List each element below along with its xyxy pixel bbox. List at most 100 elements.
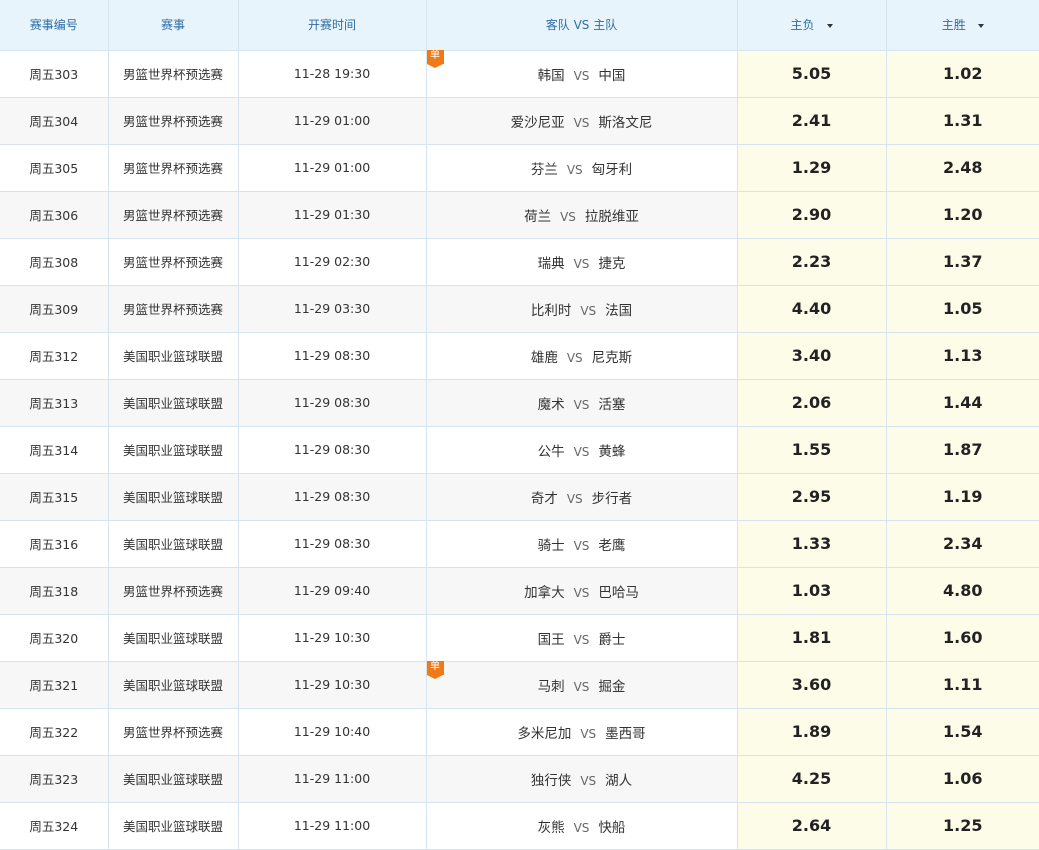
vs-label: VS [566,491,583,506]
home-team[interactable]: 拉脱维亚 [585,209,639,225]
league-cell[interactable]: 男篮世界杯预选赛 [108,567,239,615]
home-win-odds[interactable]: 1.06 [886,755,1039,803]
away-win-odds[interactable]: 1.29 [737,144,887,192]
home-team[interactable]: 掘金 [598,679,625,695]
sort-down-icon[interactable] [977,23,984,28]
away-team[interactable]: 荷兰 [524,209,551,225]
away-win-odds[interactable]: 5.05 [737,50,887,98]
home-win-odds[interactable]: 1.20 [886,191,1039,239]
home-win-odds[interactable]: 1.60 [886,614,1039,662]
league-cell[interactable]: 男篮世界杯预选赛 [108,144,239,192]
away-win-odds[interactable]: 3.60 [737,661,887,709]
home-win-odds[interactable]: 2.48 [886,144,1039,192]
away-win-odds[interactable]: 4.40 [737,285,887,333]
home-team[interactable]: 墨西哥 [605,726,646,742]
away-win-odds[interactable]: 3.40 [737,332,887,380]
league-cell[interactable]: 美国职业篮球联盟 [108,661,239,709]
away-team[interactable]: 爱沙尼亚 [511,115,565,131]
league-cell[interactable]: 美国职业篮球联盟 [108,520,239,568]
league-cell[interactable]: 美国职业篮球联盟 [108,473,239,521]
home-team[interactable]: 湖人 [605,773,632,789]
home-win-odds[interactable]: 1.13 [886,332,1039,380]
league-cell[interactable]: 男篮世界杯预选赛 [108,191,239,239]
away-win-odds[interactable]: 1.89 [737,708,887,756]
league-cell[interactable]: 美国职业篮球联盟 [108,802,239,850]
home-win-odds[interactable]: 1.05 [886,285,1039,333]
home-team[interactable]: 快船 [598,820,625,836]
away-team[interactable]: 国王 [538,632,565,648]
away-win-odds[interactable]: 1.81 [737,614,887,662]
league-cell[interactable]: 美国职业篮球联盟 [108,614,239,662]
league-cell[interactable]: 美国职业篮球联盟 [108,755,239,803]
away-team[interactable]: 雄鹿 [531,350,558,366]
league-cell[interactable]: 美国职业篮球联盟 [108,379,239,427]
away-win-odds[interactable]: 4.25 [737,755,887,803]
away-team[interactable]: 多米尼加 [517,726,571,742]
match-no-cell: 周五322 [0,708,109,756]
league-cell[interactable]: 美国职业篮球联盟 [108,332,239,380]
away-win-odds[interactable]: 2.95 [737,473,887,521]
away-team[interactable]: 骑士 [538,538,565,554]
away-team[interactable]: 魔术 [538,397,565,413]
table-row: 周五312 美国职业篮球联盟 11-29 08:30 雄鹿 VS 尼克斯 3.40 … [0,332,1039,380]
home-win-odds[interactable]: 1.37 [886,238,1039,286]
away-win-odds[interactable]: 2.41 [737,97,887,145]
home-team[interactable]: 爵士 [598,632,625,648]
match-no-cell: 周五312 [0,332,109,380]
away-win-odds[interactable]: 1.33 [737,520,887,568]
start-time-cell: 11-29 02:30 [238,238,427,286]
home-team[interactable]: 法国 [605,303,632,319]
away-win-odds[interactable]: 2.23 [737,238,887,286]
home-win-odds[interactable]: 1.54 [886,708,1039,756]
away-team[interactable]: 马刺 [538,679,565,695]
home-win-odds[interactable]: 1.11 [886,661,1039,709]
home-win-odds[interactable]: 4.80 [886,567,1039,615]
match-no-cell: 周五315 [0,473,109,521]
vs-label: VS [573,679,590,694]
away-team[interactable]: 比利时 [531,303,572,319]
home-win-header[interactable]: 主胜 [886,0,1039,51]
home-team[interactable]: 老鹰 [598,538,625,554]
away-team[interactable]: 加拿大 [524,585,565,601]
away-team[interactable]: 芬兰 [531,162,558,178]
league-cell[interactable]: 男篮世界杯预选赛 [108,285,239,333]
away-win-odds[interactable]: 2.90 [737,191,887,239]
league-cell[interactable]: 男篮世界杯预选赛 [108,97,239,145]
home-team[interactable]: 活塞 [598,397,625,413]
away-win-odds[interactable]: 1.03 [737,567,887,615]
odds-table: 赛事编号 赛事 开赛时间 客队 VS 主队 主负 主胜 周五303 男篮世界杯预… [0,0,1039,850]
home-win-odds[interactable]: 1.25 [886,802,1039,850]
home-team[interactable]: 匈牙利 [592,162,633,178]
away-win-odds[interactable]: 2.64 [737,802,887,850]
home-win-odds[interactable]: 1.44 [886,379,1039,427]
home-team[interactable]: 步行者 [592,491,633,507]
home-team[interactable]: 巴哈马 [598,585,639,601]
away-team[interactable]: 瑞典 [538,256,565,272]
sort-down-icon[interactable] [826,23,833,28]
home-team[interactable]: 斯洛文尼 [598,115,652,131]
away-win-header[interactable]: 主负 [737,0,887,51]
away-team[interactable]: 独行侠 [531,773,572,789]
away-win-odds[interactable]: 1.55 [737,426,887,474]
away-team[interactable]: 奇才 [531,491,558,507]
home-team[interactable]: 黄蜂 [598,444,625,460]
away-win-odds[interactable]: 2.06 [737,379,887,427]
home-win-odds[interactable]: 1.31 [886,97,1039,145]
match-no-cell: 周五305 [0,144,109,192]
league-cell[interactable]: 美国职业篮球联盟 [108,426,239,474]
away-team[interactable]: 公牛 [538,444,565,460]
league-cell[interactable]: 男篮世界杯预选赛 [108,238,239,286]
table-row: 周五320 美国职业篮球联盟 11-29 10:30 国王 VS 爵士 1.81 1… [0,614,1039,662]
home-win-odds[interactable]: 2.34 [886,520,1039,568]
league-cell[interactable]: 男篮世界杯预选赛 [108,708,239,756]
away-team[interactable]: 韩国 [538,68,565,84]
start-time-cell: 11-29 08:30 [238,379,427,427]
home-team[interactable]: 尼克斯 [592,350,633,366]
home-win-odds[interactable]: 1.87 [886,426,1039,474]
home-team[interactable]: 中国 [598,68,625,84]
home-team[interactable]: 捷克 [598,256,625,272]
league-cell[interactable]: 男篮世界杯预选赛 [108,50,239,98]
home-win-odds[interactable]: 1.19 [886,473,1039,521]
home-win-odds[interactable]: 1.02 [886,50,1039,98]
away-team[interactable]: 灰熊 [538,820,565,836]
